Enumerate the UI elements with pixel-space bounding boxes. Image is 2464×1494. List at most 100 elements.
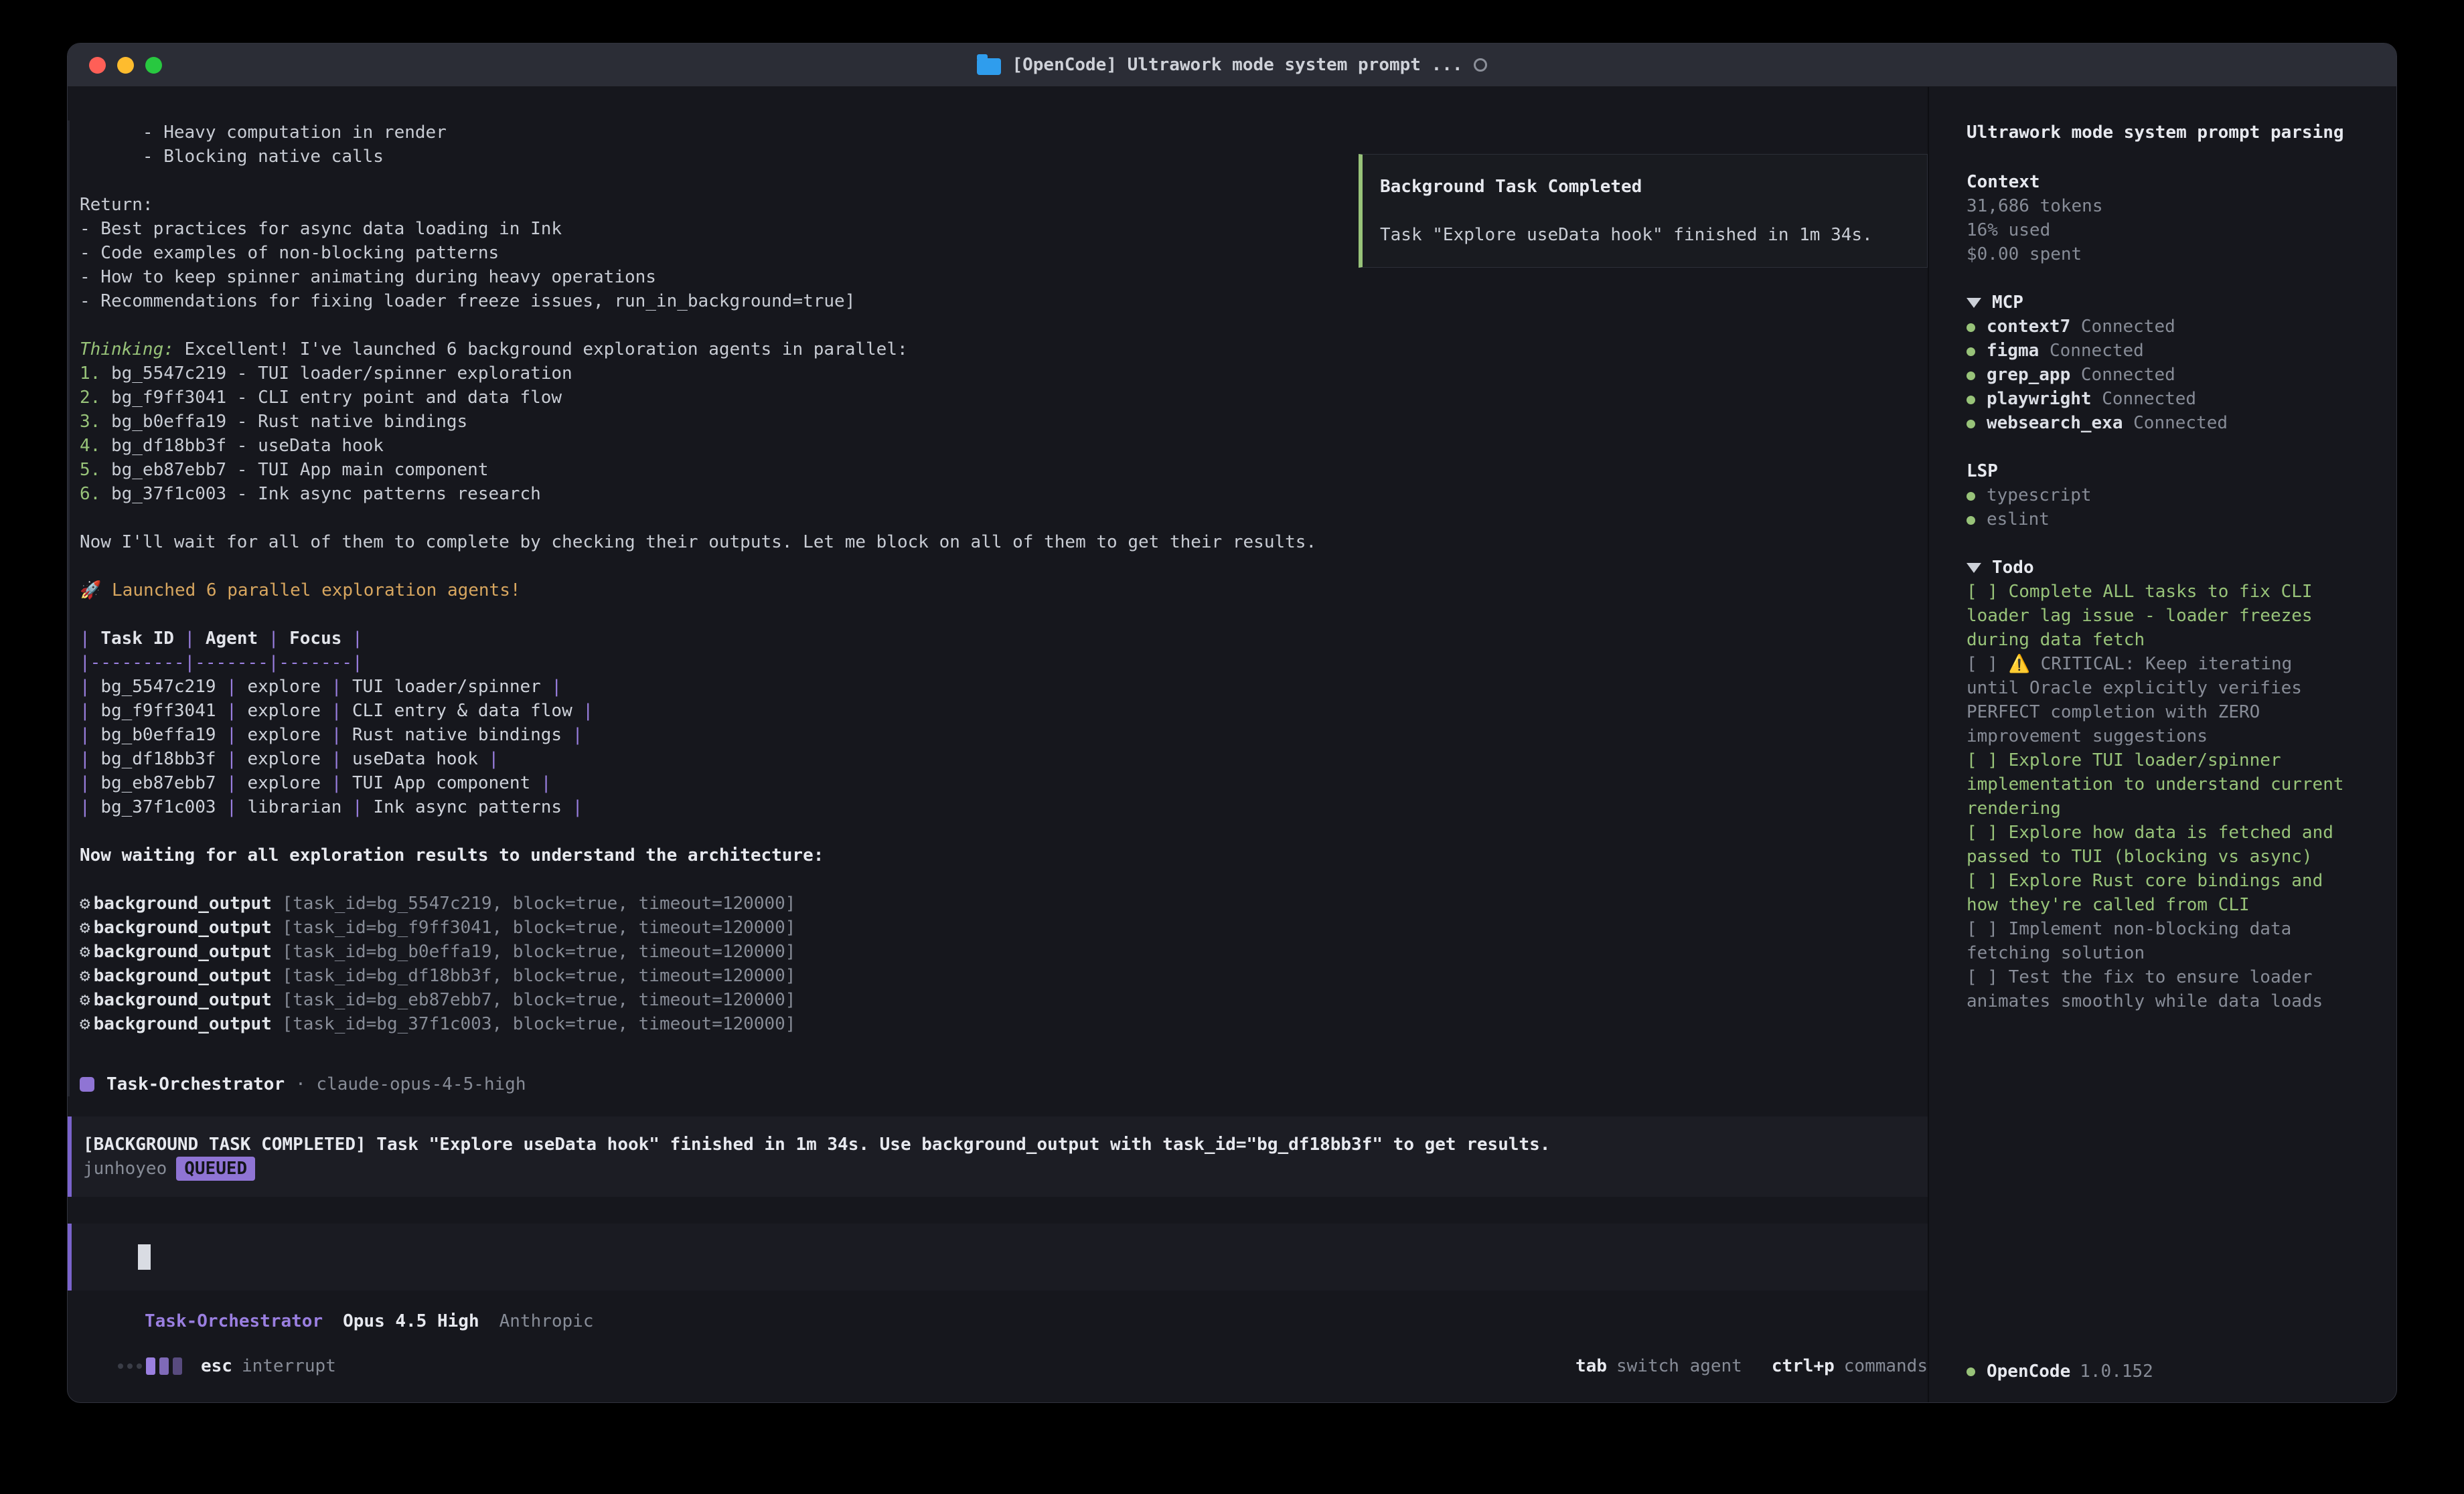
todo-text: Implement non-blocking data fetching sol… [1967, 919, 2302, 963]
status-dot-icon [1967, 1367, 1975, 1376]
tool-name: background_output [94, 894, 272, 914]
list-number: 5. [80, 460, 100, 480]
tool-name: background_output [94, 1014, 272, 1034]
mcp-item: context7 Connected [1967, 315, 2350, 339]
table-header: | Task ID | Agent | Focus | [80, 627, 1928, 651]
agent-list-item: 4. bg_df18bb3f - useData hook [80, 434, 1928, 458]
app-name: OpenCode [1987, 1359, 2070, 1384]
tool-call-line: ⚙background_output [task_id=bg_df18bb3f,… [80, 964, 1928, 988]
todo-section: Todo [ ] Complete ALL tasks to fix CLI l… [1967, 556, 2350, 1013]
mcp-server-status: Connected [2081, 365, 2175, 385]
terminal-output[interactable]: - Heavy computation in render- Blocking … [68, 87, 1928, 1342]
prompt-input[interactable] [68, 1224, 1928, 1291]
todo-text: Explore how data is fetched and passed t… [1967, 823, 2344, 867]
interrupt-hint: interrupt [242, 1354, 336, 1378]
mcp-server-status: Connected [2133, 413, 2228, 433]
launched-line: 🚀 Launched 6 parallel exploration agents… [80, 578, 1928, 602]
mcp-header[interactable]: MCP [1967, 290, 2350, 315]
background-completed-message: [BACKGROUND TASK COMPLETED] Task "Explor… [68, 1116, 1928, 1197]
todo-item: [ ] Explore TUI loader/spinner implement… [1967, 748, 2350, 821]
waiting-paragraph: Now waiting for all exploration results … [80, 843, 1928, 867]
mcp-list: context7 Connectedfigma Connectedgrep_ap… [1967, 315, 2350, 435]
tool-call-line: ⚙background_output [task_id=bg_eb87ebb7,… [80, 988, 1928, 1012]
gear-icon: ⚙ [80, 942, 90, 962]
mcp-section: MCP context7 Connectedfigma Connectedgre… [1967, 290, 2350, 435]
list-number: 6. [80, 484, 100, 504]
table-row: | bg_eb87ebb7 | explore | TUI App compon… [80, 771, 1928, 795]
lsp-item: eslint [1967, 507, 2350, 531]
mcp-server-status: Connected [2050, 341, 2144, 361]
traffic-lights [89, 44, 162, 86]
agent-list-item: 2. bg_f9ff3041 - CLI entry point and dat… [80, 386, 1928, 410]
gear-icon: ⚙ [80, 990, 90, 1010]
todo-text: Explore TUI loader/spinner implementatio… [1967, 750, 2354, 819]
sidebar-footer: OpenCode1.0.152 [1967, 1359, 2350, 1384]
thinking-text: Excellent! I've launched 6 background ex… [185, 339, 908, 359]
agent-list-item: 1. bg_5547c219 - TUI loader/spinner expl… [80, 361, 1928, 386]
mcp-server-name: figma [1987, 341, 2039, 361]
wait-paragraph: Now I'll wait for all of them to complet… [80, 530, 1928, 554]
status-dot-icon [1967, 371, 1975, 380]
table-row: | bg_5547c219 | explore | TUI loader/spi… [80, 675, 1928, 699]
todo-header[interactable]: Todo [1967, 556, 2350, 580]
notification-body: Task "Explore useData hook" finished in … [1380, 223, 1907, 247]
table-row: | bg_df18bb3f | explore | useData hook | [80, 747, 1928, 771]
todo-checkbox: [ ] [1967, 654, 1998, 674]
list-number: 4. [80, 436, 100, 456]
todo-text: ⚠️ CRITICAL: Keep iterating until Oracle… [1967, 654, 2313, 746]
context-section: Context 31,686 tokens16% used$0.00 spent [1967, 170, 2350, 266]
tool-call-line: ⚙background_output [task_id=bg_37f1c003,… [80, 1012, 1928, 1036]
ctrlp-key-hint: ctrl+p [1772, 1354, 1835, 1378]
completed-meta: junhoyeoQUEUED [83, 1157, 1909, 1181]
table-row: | bg_b0effa19 | explore | Rust native bi… [80, 723, 1928, 747]
minimize-button[interactable] [117, 57, 134, 74]
tool-args: [task_id=bg_eb87ebb7, block=true, timeou… [282, 990, 795, 1010]
agent-list-item: 5. bg_eb87ebb7 - TUI App main component [80, 458, 1928, 482]
todo-list: [ ] Complete ALL tasks to fix CLI loader… [1967, 580, 2350, 1013]
context-stat: $0.00 spent [1967, 242, 2350, 266]
mcp-item: figma Connected [1967, 339, 2350, 363]
window-title: [OpenCode] Ultrawork mode system prompt … [1012, 53, 1462, 77]
mcp-server-status: Connected [2081, 317, 2175, 337]
table-row: | bg_f9ff3041 | explore | CLI entry & da… [80, 699, 1928, 723]
zoom-button[interactable] [145, 57, 162, 74]
list-number: 2. [80, 388, 100, 408]
commands-hint: commands [1844, 1354, 1928, 1378]
agent-description: bg_eb87ebb7 - TUI App main component [111, 460, 489, 480]
tool-args: [task_id=bg_5547c219, block=true, timeou… [282, 894, 795, 914]
agent-list-item: 3. bg_b0effa19 - Rust native bindings [80, 410, 1928, 434]
tool-call-line: ⚙background_output [task_id=bg_5547c219,… [80, 892, 1928, 916]
status-dot-icon [1967, 420, 1975, 428]
status-circle-icon [1474, 58, 1487, 72]
agent-list: 1. bg_5547c219 - TUI loader/spinner expl… [80, 361, 1928, 506]
mcp-item: grep_app Connected [1967, 363, 2350, 387]
window-content: - Heavy computation in render- Blocking … [68, 87, 2396, 1402]
todo-checkbox: [ ] [1967, 919, 1998, 939]
status-dot-icon [1967, 516, 1975, 525]
thinking-line: Thinking: Excellent! I've launched 6 bac… [80, 337, 1928, 361]
gear-icon: ⚙ [80, 918, 90, 938]
agent-name: Task-Orchestrator [106, 1072, 285, 1096]
status-dot-icon [1967, 492, 1975, 501]
agent-status-row: Task-OrchestratorOpus 4.5 HighAnthropic [68, 1309, 1928, 1333]
tool-name: background_output [94, 966, 272, 986]
mcp-item: websearch_exa Connected [1967, 411, 2350, 435]
titlebar[interactable]: [OpenCode] Ultrawork mode system prompt … [68, 44, 2396, 87]
completed-text: [BACKGROUND TASK COMPLETED] Task "Explor… [83, 1133, 1909, 1157]
close-button[interactable] [89, 57, 106, 74]
tool-name: background_output [94, 918, 272, 938]
lsp-server-name: eslint [1987, 509, 2050, 529]
status-dot-icon [1967, 323, 1975, 332]
statusbar-right: tabswitch agentctrl+pcommands [1575, 1354, 1928, 1378]
table-body: | bg_5547c219 | explore | TUI loader/spi… [80, 675, 1928, 819]
output-line: - Recommendations for fixing loader free… [80, 289, 1928, 313]
chevron-down-icon [1967, 298, 1981, 308]
context-stat: 16% used [1967, 218, 2350, 242]
status-dot-icon [1967, 347, 1975, 356]
esc-key-hint: esc [201, 1354, 232, 1378]
terminal-main: - Heavy computation in render- Blocking … [68, 87, 1928, 1402]
title-group: [OpenCode] Ultrawork mode system prompt … [977, 53, 1486, 77]
lsp-item: typescript [1967, 483, 2350, 507]
tool-name: background_output [94, 942, 272, 962]
rocket-icon: 🚀 [80, 580, 101, 600]
